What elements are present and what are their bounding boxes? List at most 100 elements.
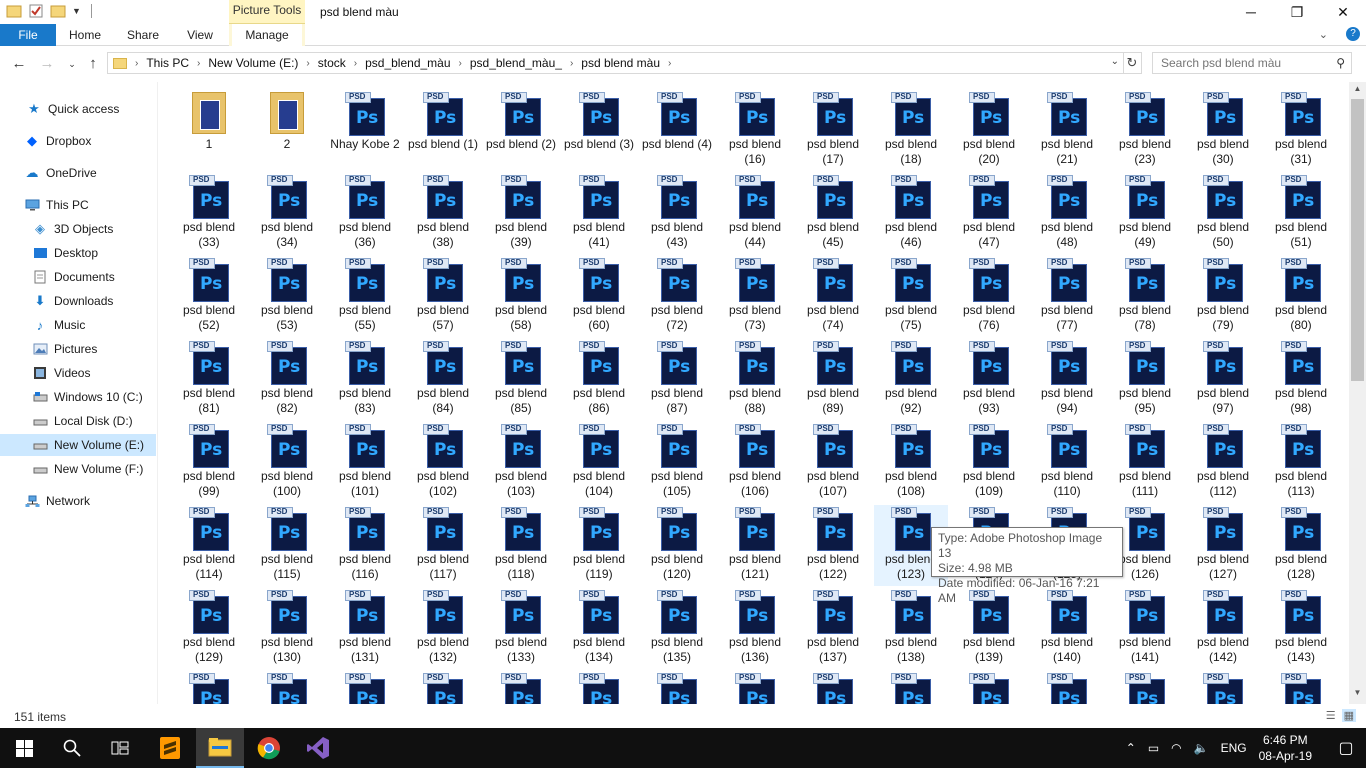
file-item[interactable]: Ps PSD psd blend (113) — [1264, 422, 1338, 503]
file-item[interactable]: Ps PSD psd blend (49) — [1108, 173, 1182, 254]
folder-item[interactable]: 1 — [172, 90, 246, 171]
breadcrumb-psd-blend-mau[interactable]: psd_blend_màu — [365, 56, 450, 70]
file-item[interactable]: Ps PSD psd blend (74) — [796, 256, 870, 337]
clock[interactable]: 6:46 PM 08-Apr-19 — [1259, 732, 1312, 764]
file-item[interactable]: Ps PSD psd blend (31) — [1264, 90, 1338, 171]
file-item[interactable]: Ps PSD psd blend (21) — [1030, 90, 1104, 171]
file-item[interactable]: Ps PSD — [250, 671, 324, 704]
file-item[interactable]: Ps PSD psd blend (73) — [718, 256, 792, 337]
file-item[interactable]: Ps PSD psd blend (119) — [562, 505, 636, 586]
file-item[interactable]: Ps PSD psd blend (23) — [1108, 90, 1182, 171]
file-item[interactable]: Ps PSD psd blend (109) — [952, 422, 1026, 503]
file-item[interactable]: Ps PSD — [718, 671, 792, 704]
breadcrumb-separator[interactable]: › — [306, 58, 309, 69]
address-bar[interactable]: › This PC › New Volume (E:) › stock › ps… — [107, 52, 1124, 74]
file-item[interactable]: Ps PSD — [1030, 671, 1104, 704]
file-item[interactable]: Ps PSD psd blend (108) — [874, 422, 948, 503]
close-button[interactable]: ✕ — [1320, 0, 1366, 24]
file-item[interactable]: Ps PSD psd blend (104) — [562, 422, 636, 503]
nav-3d-objects[interactable]: ◈ 3D Objects — [0, 218, 156, 240]
file-item[interactable]: Ps PSD psd blend (106) — [718, 422, 792, 503]
nav-local-disk-d[interactable]: Local Disk (D:) — [0, 410, 156, 432]
search-icon[interactable]: ⚲ — [1336, 56, 1345, 70]
file-item[interactable]: Ps PSD — [1108, 671, 1182, 704]
up-button[interactable]: ↑ — [83, 55, 103, 73]
nav-videos[interactable]: Videos — [0, 362, 156, 384]
file-item[interactable]: Ps PSD Nhay Kobe 2 — [328, 90, 402, 171]
breadcrumb-separator[interactable]: › — [570, 58, 573, 69]
file-item[interactable]: Ps PSD psd blend (1) — [406, 90, 480, 171]
help-icon[interactable]: ? — [1346, 27, 1360, 41]
file-item[interactable]: Ps PSD psd blend (45) — [796, 173, 870, 254]
file-item[interactable]: Ps PSD psd blend (52) — [172, 256, 246, 337]
tab-share[interactable]: Share — [114, 24, 172, 46]
file-item[interactable]: Ps PSD psd blend (107) — [796, 422, 870, 503]
file-item[interactable]: Ps PSD psd blend (83) — [328, 339, 402, 420]
file-item[interactable]: Ps PSD psd blend (97) — [1186, 339, 1260, 420]
file-item[interactable]: Ps PSD psd blend (38) — [406, 173, 480, 254]
nav-desktop[interactable]: Desktop — [0, 242, 156, 264]
file-item[interactable]: Ps PSD psd blend (58) — [484, 256, 558, 337]
properties-icon[interactable] — [28, 3, 44, 19]
qat-dropdown-icon[interactable]: ▼ — [72, 6, 81, 16]
nav-dropbox[interactable]: ◆ Dropbox — [0, 130, 156, 152]
file-item[interactable]: Ps PSD psd blend (75) — [874, 256, 948, 337]
file-item[interactable]: Ps PSD psd blend (72) — [640, 256, 714, 337]
file-item[interactable]: Ps PSD psd blend (143) — [1264, 588, 1338, 669]
breadcrumb-this-pc[interactable]: This PC — [146, 56, 189, 70]
file-item[interactable]: Ps PSD psd blend (17) — [796, 90, 870, 171]
file-item[interactable]: Ps PSD psd blend (2) — [484, 90, 558, 171]
file-item[interactable]: Ps PSD psd blend (134) — [562, 588, 636, 669]
nav-onedrive[interactable]: ☁ OneDrive — [0, 162, 156, 184]
file-item[interactable]: Ps PSD psd blend (103) — [484, 422, 558, 503]
taskbar-search-button[interactable] — [48, 728, 96, 768]
file-item[interactable]: Ps PSD psd blend (141) — [1108, 588, 1182, 669]
file-item[interactable]: Ps PSD psd blend (47) — [952, 173, 1026, 254]
refresh-button[interactable]: ↻ — [1123, 52, 1142, 74]
file-item[interactable]: Ps PSD psd blend (98) — [1264, 339, 1338, 420]
file-item[interactable]: Ps PSD psd blend (16) — [718, 90, 792, 171]
file-item[interactable]: Ps PSD psd blend (102) — [406, 422, 480, 503]
nav-documents[interactable]: Documents — [0, 266, 156, 288]
file-item[interactable]: Ps PSD psd blend (76) — [952, 256, 1026, 337]
nav-downloads[interactable]: ⬇ Downloads — [0, 290, 156, 312]
file-item[interactable]: Ps PSD psd blend (85) — [484, 339, 558, 420]
file-item[interactable]: Ps PSD psd blend (57) — [406, 256, 480, 337]
nav-music[interactable]: ♪ Music — [0, 314, 156, 336]
file-item[interactable]: Ps PSD psd blend (95) — [1108, 339, 1182, 420]
breadcrumb-separator[interactable]: › — [668, 58, 671, 69]
action-center-icon[interactable]: ▢ — [1326, 738, 1366, 758]
file-item[interactable]: Ps PSD psd blend (46) — [874, 173, 948, 254]
file-item[interactable]: Ps PSD psd blend (132) — [406, 588, 480, 669]
file-item[interactable]: Ps PSD psd blend (86) — [562, 339, 636, 420]
address-dropdown-icon[interactable]: ⌄ — [1111, 56, 1119, 67]
file-item[interactable]: Ps PSD psd blend (89) — [796, 339, 870, 420]
file-item[interactable]: Ps PSD psd blend (41) — [562, 173, 636, 254]
file-item[interactable]: Ps PSD psd blend (131) — [328, 588, 402, 669]
forward-button[interactable]: → — [37, 55, 57, 73]
file-item[interactable]: Ps PSD psd blend (82) — [250, 339, 324, 420]
scroll-up-icon[interactable]: ▲ — [1349, 84, 1366, 98]
file-item[interactable]: Ps PSD psd blend (20) — [952, 90, 1026, 171]
file-item[interactable]: Ps PSD psd blend (128) — [1264, 505, 1338, 586]
file-item[interactable]: Ps PSD psd blend (77) — [1030, 256, 1104, 337]
search-input[interactable] — [1161, 56, 1331, 70]
file-item[interactable]: Ps PSD — [874, 671, 948, 704]
nav-windows-c[interactable]: Windows 10 (C:) — [0, 386, 156, 408]
minimize-button[interactable]: ─ — [1228, 0, 1274, 24]
file-item[interactable]: Ps PSD — [172, 671, 246, 704]
vertical-scrollbar[interactable]: ▲ ▼ — [1349, 82, 1366, 704]
task-view-button[interactable] — [96, 728, 144, 768]
nav-new-volume-f[interactable]: New Volume (F:) — [0, 458, 156, 480]
file-item[interactable]: Ps PSD psd blend (3) — [562, 90, 636, 171]
battery-icon[interactable]: ▭ — [1148, 741, 1159, 755]
file-item[interactable]: Ps PSD — [328, 671, 402, 704]
search-box[interactable]: ⚲ — [1152, 52, 1352, 74]
breadcrumb-stock[interactable]: stock — [318, 56, 346, 70]
file-item[interactable]: Ps PSD psd blend (101) — [328, 422, 402, 503]
file-item[interactable]: Ps PSD — [484, 671, 558, 704]
sublime-text-button[interactable] — [146, 728, 194, 768]
file-item[interactable]: Ps PSD psd blend (30) — [1186, 90, 1260, 171]
file-item[interactable]: Ps PSD psd blend (43) — [640, 173, 714, 254]
file-item[interactable]: Ps PSD psd blend (135) — [640, 588, 714, 669]
